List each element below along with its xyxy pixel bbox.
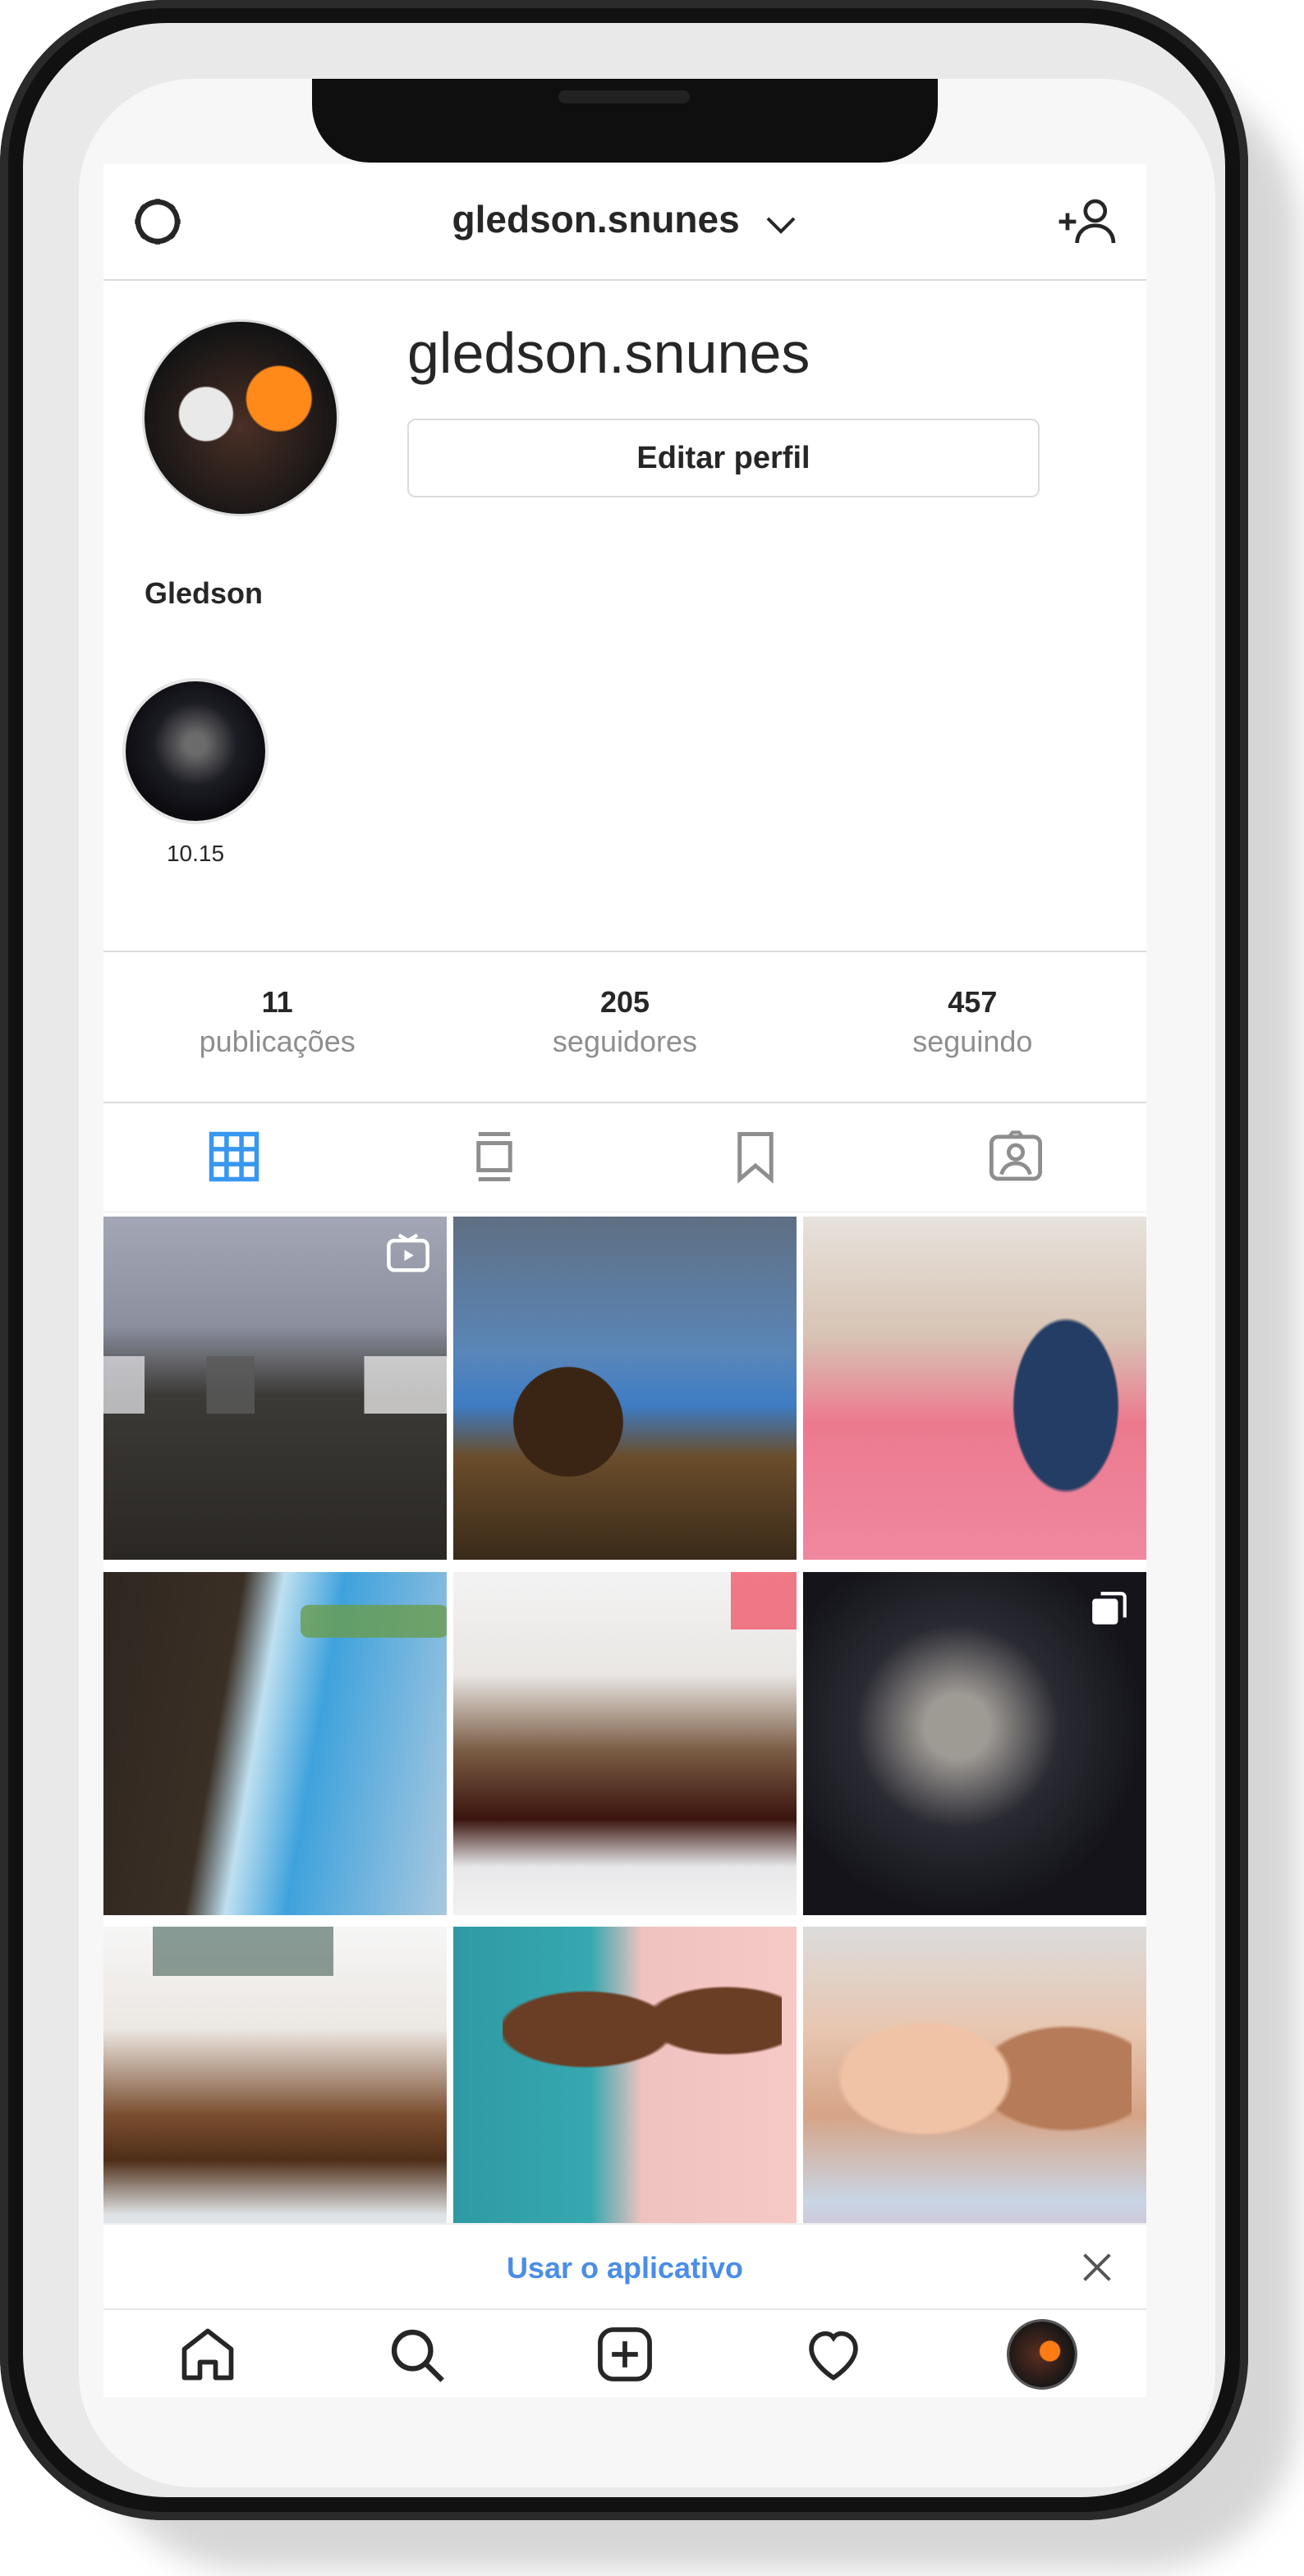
stat-label: seguidores [552,1024,698,1058]
story-highlight-label: 10.15 [166,841,225,866]
nav-activity[interactable] [729,2310,938,2397]
post-thumbnail[interactable] [103,1217,447,1560]
banner-close-button[interactable] [1079,2249,1115,2285]
header-username[interactable]: gledson.snunes [103,197,1146,245]
bookmark-icon [737,1132,774,1184]
igtv-icon [386,1233,430,1278]
story-highlight[interactable]: 10.15 [122,681,269,867]
notch-speaker [558,90,690,103]
stat-value: 205 [599,985,650,1019]
post-thumbnail[interactable] [453,1571,797,1915]
tab-tagged[interactable] [886,1102,1147,1212]
heart-icon [809,2331,858,2381]
new-post-icon [598,2327,652,2381]
post-thumbnail[interactable] [103,1571,447,1915]
profile-stats: 11 publicações 205 seguidores 457 seguin… [103,951,1146,1103]
chevron-down-icon [764,200,797,245]
post-thumbnail[interactable] [103,1927,447,2271]
post-thumbnail[interactable] [803,1571,1146,1915]
home-icon [181,2328,234,2381]
stat-followers[interactable]: 205 seguidores [451,952,798,1102]
close-icon [1083,2253,1111,2281]
post-grid [103,1217,1146,2276]
stat-posts: 11 publicações [103,952,451,1102]
post-thumbnail[interactable] [453,1927,797,2271]
profile-avatar[interactable] [145,322,337,514]
use-app-banner: Usar o aplicativo [103,2223,1146,2310]
add-user-icon [1058,199,1116,244]
stat-label: seguindo [912,1024,1033,1058]
nav-new-post[interactable] [521,2310,729,2397]
tab-saved[interactable] [625,1102,886,1212]
grid-icon [209,1131,259,1182]
instagram-profile-app: gledson.snunes gledson.snunes Editar per… [103,164,1146,2397]
phone-notch [312,79,938,163]
profile-tabs [103,1102,1146,1212]
profile-full-name: Gledson [145,576,264,610]
post-thumbnail[interactable] [453,1217,797,1560]
nav-search[interactable] [312,2310,521,2397]
tagged-icon [989,1130,1043,1181]
tab-grid[interactable] [103,1102,365,1212]
post-thumbnail[interactable] [803,1927,1146,2271]
nav-home[interactable] [103,2310,312,2397]
search-icon [391,2329,444,2382]
post-thumbnail[interactable] [803,1217,1146,1560]
profile-nav-avatar [1009,2322,1075,2387]
stat-label: publicações [199,1024,356,1058]
profile-username: gledson.snunes [407,321,810,385]
use-app-link[interactable]: Usar o aplicativo [103,2251,1146,2285]
nav-profile[interactable] [938,2310,1146,2397]
stat-value: 457 [948,985,998,1019]
header-username-text: gledson.snunes [452,198,740,241]
feed-icon [476,1132,512,1181]
top-bar: gledson.snunes [103,164,1146,281]
bottom-navigation [103,2308,1146,2397]
add-user-button[interactable] [1056,192,1122,251]
stat-following[interactable]: 457 seguindo [799,952,1146,1102]
carousel-icon [1089,1588,1130,1634]
tab-feed[interactable] [365,1102,626,1212]
stat-value: 11 [261,985,293,1019]
edit-profile-button[interactable]: Editar perfil [407,419,1040,497]
story-highlight-cover [126,681,265,821]
